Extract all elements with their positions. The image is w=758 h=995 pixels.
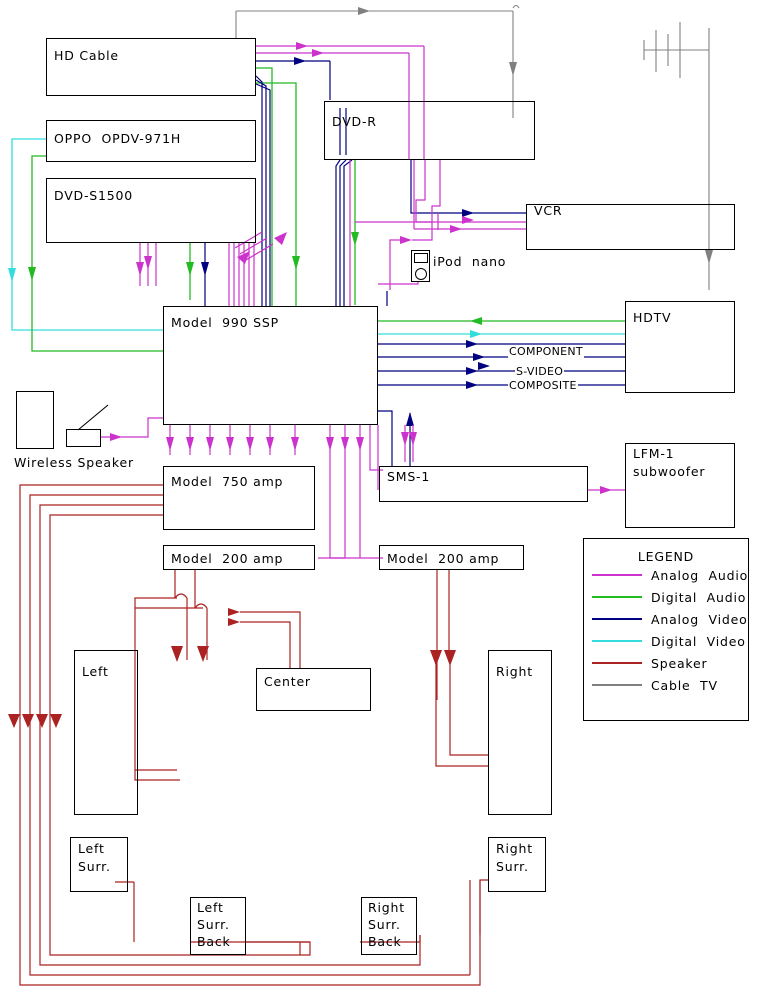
device-oppo-label: OPPO OPDV-971H	[54, 131, 182, 146]
wiring-diagram-canvas: HD Cable OPPO OPDV-971H DVD-S1500 DVD-R …	[0, 0, 758, 995]
device-model-990-ssp-label: Model 990 SSP	[171, 315, 279, 330]
legend-swatch-cable-tv	[592, 684, 642, 686]
legend-swatch-digital-audio	[592, 596, 642, 598]
speaker-center-label: Center	[264, 674, 311, 689]
device-hd-cable-label: HD Cable	[54, 48, 119, 63]
device-vcr-label: VCR	[534, 203, 563, 218]
device-lfm1-subwoofer-label-1: LFM-1	[633, 446, 675, 461]
legend-label-digital-video: Digital Video	[651, 633, 746, 649]
wireless-antenna-icon	[77, 404, 109, 431]
ipod-nano-label: iPod nano	[433, 254, 507, 269]
legend: LEGEND Analog Audio Digital Audio Analog…	[583, 538, 749, 721]
speaker-right-label: Right	[496, 664, 533, 679]
legend-row: Analog Audio	[584, 564, 748, 586]
device-dvd-s1500-label: DVD-S1500	[54, 188, 134, 203]
speaker-left-surround-label-1: Left	[78, 841, 105, 856]
speaker-right-surround-back-label-2: Surr.	[368, 917, 401, 932]
wireless-speaker-box[interactable]	[16, 391, 54, 449]
device-lfm1-subwoofer-label-2: subwoofer	[633, 464, 706, 479]
legend-row: Analog Video	[584, 608, 748, 630]
legend-label-analog-audio: Analog Audio	[651, 567, 749, 583]
ipod-clickwheel-icon	[415, 268, 427, 280]
speaker-right-surround-label-2: Surr.	[496, 859, 529, 874]
legend-label-analog-video: Analog Video	[651, 611, 748, 627]
device-dvd-r[interactable]	[324, 101, 535, 160]
video-label-composite: COMPOSITE	[508, 379, 578, 392]
ipod-nano-icon[interactable]	[411, 250, 430, 282]
legend-swatch-analog-video	[592, 618, 642, 620]
legend-label-speaker: Speaker	[651, 655, 708, 671]
legend-row: Digital Audio	[584, 586, 748, 608]
legend-row: Cable TV	[584, 674, 748, 696]
speaker-right-surround-back-label-1: Right	[368, 900, 405, 915]
legend-row: Digital Video	[584, 630, 748, 652]
speaker-left-surround-back-label-3: Back	[197, 934, 231, 949]
legend-label-cable-tv: Cable TV	[651, 677, 718, 693]
speaker-right-surround-back-label-3: Back	[368, 934, 402, 949]
device-dvd-r-label: DVD-R	[332, 114, 377, 129]
legend-row: Speaker	[584, 652, 748, 674]
legend-swatch-analog-audio	[592, 574, 642, 576]
device-model-200-amp-left-label: Model 200 amp	[171, 551, 284, 566]
video-label-component: COMPONENT	[508, 345, 584, 358]
device-sms-1-label: SMS-1	[387, 469, 431, 484]
legend-label-digital-audio: Digital Audio	[651, 589, 747, 605]
legend-title: LEGEND	[637, 549, 695, 564]
speaker-left-surround-back-label-1: Left	[197, 900, 224, 915]
speaker-left-label: Left	[82, 664, 109, 679]
device-model-750-amp-label: Model 750 amp	[171, 474, 284, 489]
wireless-speaker-label: Wireless Speaker	[14, 455, 134, 470]
video-label-svideo: S-VIDEO	[515, 365, 565, 378]
speaker-right-surround-label-1: Right	[496, 841, 533, 856]
device-model-200-amp-right-label: Model 200 amp	[387, 551, 500, 566]
device-hd-cable[interactable]	[46, 38, 256, 96]
speaker-left-surround-back-label-2: Surr.	[197, 917, 230, 932]
legend-swatch-speaker	[592, 662, 642, 664]
legend-swatch-digital-video	[592, 640, 642, 642]
speaker-left-surround-label-2: Surr.	[78, 859, 111, 874]
ipod-screen-icon	[414, 253, 428, 263]
device-hdtv-label: HDTV	[633, 310, 672, 325]
